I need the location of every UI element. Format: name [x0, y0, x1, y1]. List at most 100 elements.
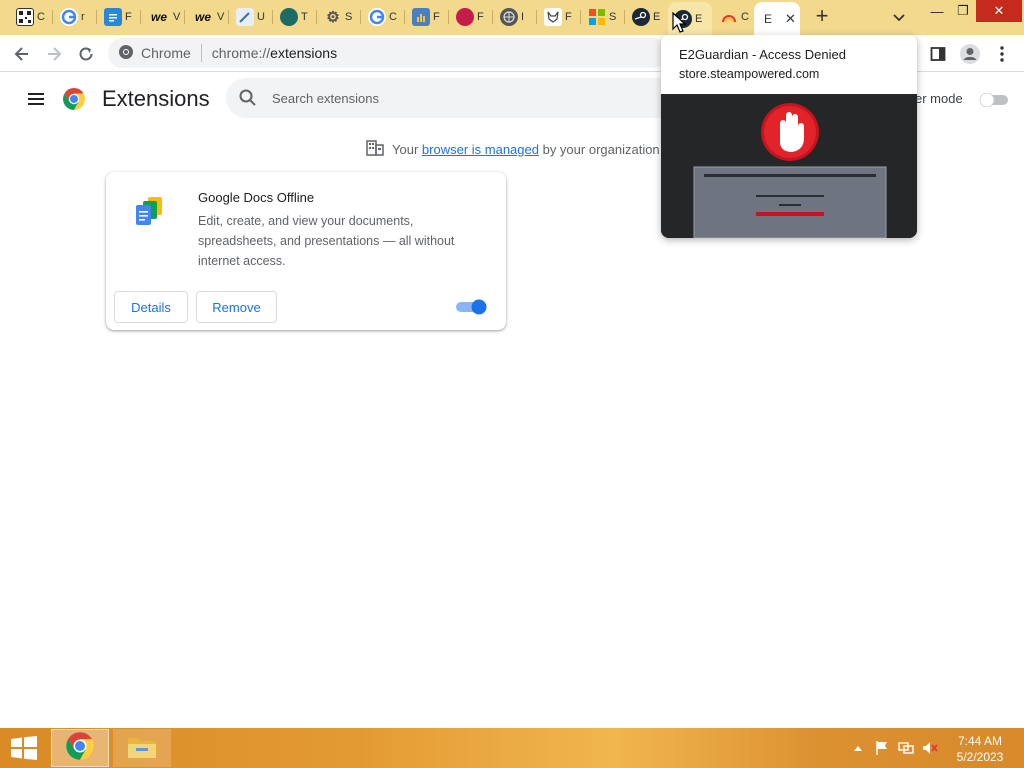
folder-chart-icon: [412, 8, 430, 26]
tab[interactable]: r: [54, 4, 93, 30]
volume-muted-icon[interactable]: [922, 740, 938, 756]
search-box[interactable]: [226, 78, 696, 118]
mouse-cursor-icon: [672, 11, 687, 34]
managed-notice: Your browser is managed by your organiza…: [366, 140, 660, 159]
stop-hand-icon: [761, 103, 819, 161]
tab-title: S: [609, 11, 617, 23]
new-tab-button[interactable]: +: [810, 5, 834, 29]
tab-title: F: [477, 11, 484, 23]
remove-button[interactable]: Remove: [196, 291, 277, 323]
action-center-flag-icon[interactable]: [874, 740, 890, 756]
search-icon: [238, 88, 258, 108]
clock-time: 7:44 AM: [957, 734, 1003, 748]
google-icon: [60, 8, 78, 26]
hover-card-title: E2Guardian - Access Denied: [679, 47, 846, 62]
red-circle-icon: [456, 8, 474, 26]
microsoft-icon: [588, 8, 606, 26]
close-tab-icon[interactable]: ✕: [785, 11, 796, 27]
tab[interactable]: F: [98, 4, 137, 30]
teal-circle-icon: [280, 8, 298, 26]
tab-search-icon[interactable]: [888, 6, 910, 28]
pen-icon: [236, 8, 254, 26]
windows-start-icon[interactable]: [10, 736, 38, 760]
tab[interactable]: E: [626, 4, 665, 30]
tab[interactable]: F: [406, 4, 445, 30]
profile-avatar[interactable]: [956, 40, 984, 68]
url-text: chrome://extensions: [211, 45, 338, 61]
taskbar: 7:44 AM 5/2/2023: [0, 728, 1024, 768]
steam-icon: [632, 8, 650, 26]
tab[interactable]: we V: [142, 4, 185, 30]
developer-mode-label: er mode: [915, 91, 963, 106]
tab-title: I: [521, 11, 525, 23]
tab-strip: C r F we V we V U T ⚙ S C F F I F S E E …: [0, 0, 1024, 35]
tab-title: C: [389, 11, 397, 23]
we-icon: we: [150, 10, 167, 24]
fox-icon: [544, 8, 562, 26]
developer-mode-toggle[interactable]: [978, 92, 1010, 108]
tab[interactable]: T: [274, 4, 313, 30]
tab[interactable]: C: [10, 4, 49, 30]
page-title: Extensions: [102, 86, 210, 111]
google-docs-offline-icon: [132, 194, 168, 230]
taskbar-clock[interactable]: 7:44 AM 5/2/2023: [948, 733, 1012, 765]
site-chip[interactable]: Chrome: [118, 44, 191, 63]
tab-title: F: [125, 11, 132, 23]
forward-button[interactable]: [40, 40, 68, 68]
tab-hover-card: E2Guardian - Access Denied store.steampo…: [661, 35, 917, 238]
tab-title: E: [653, 11, 661, 23]
site-chip-label: Chrome: [141, 45, 191, 61]
hover-card-domain: store.steampowered.com: [679, 67, 820, 81]
qr-icon: [16, 8, 34, 26]
address-bar[interactable]: Chrome chrome://extensions: [108, 38, 668, 68]
extension-description: Edit, create, and view your documents, s…: [198, 214, 455, 268]
back-button[interactable]: [8, 40, 36, 68]
tab[interactable]: C: [362, 4, 401, 30]
tab-title: C: [741, 11, 749, 23]
close-window-button[interactable]: ✕: [976, 0, 1022, 22]
gear-icon: ⚙: [326, 9, 340, 26]
browser-managed-link[interactable]: browser is managed: [422, 142, 539, 157]
tab-title: E: [764, 11, 773, 26]
tab[interactable]: C: [714, 4, 753, 30]
tab[interactable]: U: [230, 4, 269, 30]
taskbar-chrome-app[interactable]: [51, 729, 109, 767]
tab-active[interactable]: E ✕: [754, 2, 800, 35]
search-input[interactable]: [272, 90, 672, 106]
restore-button[interactable]: ❐: [948, 0, 978, 22]
rainbow-icon: [720, 8, 738, 26]
tab[interactable]: F: [450, 4, 489, 30]
tab[interactable]: we V: [186, 4, 229, 30]
tab-title: T: [301, 11, 308, 23]
tab[interactable]: F: [538, 4, 577, 30]
tab-title: F: [433, 11, 440, 23]
chrome-logo-icon: [62, 87, 86, 111]
extension-enable-toggle[interactable]: [454, 299, 488, 315]
tab[interactable]: S: [582, 4, 621, 30]
tab-title: E: [695, 12, 703, 25]
reload-button[interactable]: [72, 40, 100, 68]
tab[interactable]: I: [494, 4, 533, 30]
tab-title: r: [81, 11, 85, 23]
docs-blue-icon: [104, 8, 122, 26]
clock-date: 5/2/2023: [956, 750, 1004, 764]
building-icon: [366, 140, 384, 159]
side-panel-icon[interactable]: [924, 40, 952, 68]
tab-title: U: [257, 11, 265, 23]
google-icon: [368, 8, 386, 26]
chrome-icon: [118, 44, 134, 63]
more-menu-icon[interactable]: [988, 40, 1016, 68]
show-hidden-icons-icon[interactable]: [850, 740, 866, 756]
folder-icon: [127, 733, 157, 764]
network-icon[interactable]: [898, 740, 914, 756]
tab-title: F: [565, 11, 572, 23]
tab-title: C: [37, 11, 45, 23]
chrome-icon: [65, 731, 95, 766]
details-button[interactable]: Details: [114, 291, 188, 323]
tab[interactable]: ⚙ S: [318, 4, 357, 30]
hamburger-menu-icon[interactable]: [26, 89, 48, 109]
extension-name: Google Docs Offline: [198, 190, 315, 205]
page-preview-thumbnail: [661, 94, 917, 238]
tab-title: S: [345, 11, 353, 23]
taskbar-file-explorer-app[interactable]: [113, 729, 171, 767]
